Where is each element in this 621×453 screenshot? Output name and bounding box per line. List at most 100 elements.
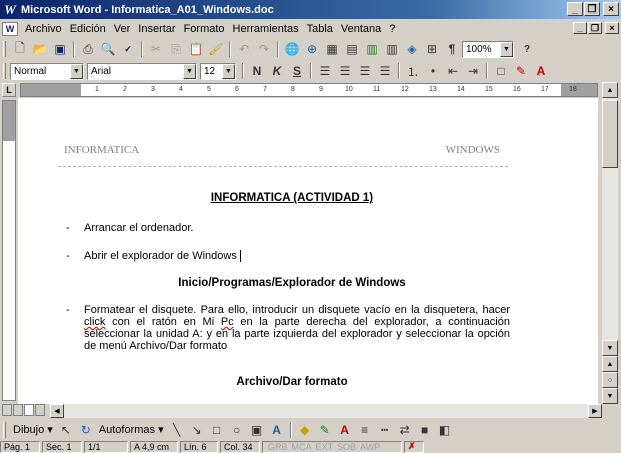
rectangle-icon[interactable]: □: [207, 421, 227, 439]
menu-herramientas[interactable]: Herramientas: [229, 23, 303, 35]
align-right-icon[interactable]: ☰: [355, 62, 375, 80]
scroll-up-icon[interactable]: ▲: [602, 82, 618, 98]
dibujo-menu[interactable]: Dibujo ▾: [10, 423, 56, 436]
select-objects-icon[interactable]: ↖: [56, 421, 76, 439]
save-icon[interactable]: ▣: [50, 40, 70, 58]
next-page-icon[interactable]: ▼: [602, 388, 618, 404]
align-left-icon[interactable]: ☰: [315, 62, 335, 80]
spelling-status-icon[interactable]: ✗: [404, 440, 424, 453]
format-painter-icon[interactable]: 🖌: [206, 40, 226, 58]
hyperlink-icon[interactable]: 🌐: [282, 40, 302, 58]
toolbar-grip[interactable]: [3, 63, 6, 79]
cut-icon[interactable]: ✂: [146, 40, 166, 58]
doc-restore-button[interactable]: ❐: [588, 22, 602, 34]
mode-mca[interactable]: MCA: [290, 442, 314, 452]
previous-page-icon[interactable]: ▲: [602, 356, 618, 372]
line-icon[interactable]: ╲: [167, 421, 187, 439]
oval-icon[interactable]: ○: [227, 421, 247, 439]
web-toolbar-icon[interactable]: ⊕: [302, 40, 322, 58]
insert-table-icon[interactable]: ▤: [342, 40, 362, 58]
open-folder-icon[interactable]: 📂: [30, 40, 50, 58]
fill-color-icon[interactable]: ◆: [295, 421, 315, 439]
font-size-select[interactable]: 12 ▼: [200, 62, 236, 80]
vertical-scrollbar[interactable]: ▲ ▼ ▲ ○ ▼: [602, 82, 618, 404]
document-map-icon[interactable]: ⊞: [422, 40, 442, 58]
vertical-ruler[interactable]: [2, 100, 16, 401]
line-color-icon[interactable]: ✎: [315, 421, 335, 439]
font-color-icon[interactable]: A: [531, 62, 551, 80]
align-center-icon[interactable]: ☰: [335, 62, 355, 80]
scroll-thumb[interactable]: [602, 100, 618, 168]
scroll-left-icon[interactable]: ◀: [50, 404, 64, 418]
redo-icon[interactable]: ↷: [254, 40, 274, 58]
horizontal-scrollbar[interactable]: ◀ ▶: [50, 404, 602, 418]
web-layout-icon[interactable]: [13, 404, 23, 416]
font-select[interactable]: Arial ▼: [87, 62, 197, 80]
menu-ventana[interactable]: Ventana: [337, 23, 385, 35]
page[interactable]: INFORMATICA WINDOWS INFORMATICA (ACTIVID…: [18, 98, 598, 404]
browse-object-icon[interactable]: ○: [602, 372, 618, 388]
mode-grb[interactable]: GRB: [266, 442, 290, 452]
menu-archivo[interactable]: Archivo: [21, 23, 66, 35]
spelling-icon[interactable]: ✓: [118, 40, 138, 58]
paste-icon[interactable]: 📋: [186, 40, 206, 58]
scroll-down-icon[interactable]: ▼: [602, 340, 618, 356]
drawing-icon[interactable]: ◈: [402, 40, 422, 58]
font-color-draw-icon[interactable]: A: [335, 421, 355, 439]
wordart-icon[interactable]: A: [267, 421, 287, 439]
outline-view-icon[interactable]: [35, 404, 45, 416]
toolbar-grip[interactable]: [3, 41, 6, 57]
new-document-icon[interactable]: 🗋: [10, 40, 30, 58]
show-hide-icon[interactable]: ¶: [442, 40, 462, 58]
increase-indent-icon[interactable]: ⇥: [463, 62, 483, 80]
menu-insertar[interactable]: Insertar: [134, 23, 179, 35]
menu-edicion[interactable]: Edición: [66, 23, 110, 35]
mode-sob[interactable]: SOB: [335, 442, 358, 452]
underline-button[interactable]: S: [287, 62, 307, 80]
word-app-icon[interactable]: W: [3, 2, 17, 17]
chevron-down-icon[interactable]: ▼: [183, 63, 196, 79]
copy-icon[interactable]: ⎘: [166, 40, 186, 58]
doc-close-button[interactable]: ×: [605, 22, 619, 34]
toolbar-grip[interactable]: [3, 421, 6, 438]
zoom-select[interactable]: 100% ▼: [462, 40, 514, 58]
menu-tabla[interactable]: Tabla: [303, 23, 337, 35]
undo-icon[interactable]: ↶: [234, 40, 254, 58]
arrow-style-icon[interactable]: ⇄: [395, 421, 415, 439]
print-icon[interactable]: ⎙: [78, 40, 98, 58]
minimize-button[interactable]: _: [567, 2, 583, 16]
highlight-icon[interactable]: ✎: [511, 62, 531, 80]
borders-icon[interactable]: □: [491, 62, 511, 80]
menu-ver[interactable]: Ver: [110, 23, 135, 35]
print-preview-icon[interactable]: 🔍: [98, 40, 118, 58]
mode-awp[interactable]: AWP: [358, 442, 382, 452]
close-button[interactable]: ×: [603, 2, 619, 16]
justify-icon[interactable]: ☰: [375, 62, 395, 80]
insert-excel-icon[interactable]: ▥: [362, 40, 382, 58]
line-style-icon[interactable]: ≡: [355, 421, 375, 439]
doc-minimize-button[interactable]: _: [573, 22, 587, 34]
free-rotate-icon[interactable]: ↻: [76, 421, 96, 439]
normal-view-icon[interactable]: [2, 404, 12, 416]
numbering-icon[interactable]: ⒈: [403, 62, 423, 80]
bullets-icon[interactable]: •: [423, 62, 443, 80]
bold-button[interactable]: N: [247, 62, 267, 80]
dash-style-icon[interactable]: ┅: [375, 421, 395, 439]
horizontal-ruler[interactable]: 1 2 3 4 5 6 7 8 9 10 11 12 13 14 15 16 1…: [20, 83, 598, 97]
scroll-right-icon[interactable]: ▶: [588, 404, 602, 418]
chevron-down-icon[interactable]: ▼: [70, 63, 83, 79]
decrease-indent-icon[interactable]: ⇤: [443, 62, 463, 80]
columns-icon[interactable]: ▥: [382, 40, 402, 58]
menu-formato[interactable]: Formato: [180, 23, 229, 35]
help-icon[interactable]: ?: [517, 40, 537, 58]
document-icon[interactable]: W: [2, 21, 18, 36]
arrow-icon[interactable]: ↘: [187, 421, 207, 439]
italic-button[interactable]: K: [267, 62, 287, 80]
3d-icon[interactable]: ◧: [435, 421, 455, 439]
menu-help[interactable]: ?: [385, 23, 399, 35]
text-box-icon[interactable]: ▣: [247, 421, 267, 439]
document-area[interactable]: INFORMATICA WINDOWS INFORMATICA (ACTIVID…: [18, 98, 598, 404]
shadow-icon[interactable]: ■: [415, 421, 435, 439]
tab-selector[interactable]: L: [2, 83, 16, 97]
mode-ext[interactable]: EXT: [314, 442, 336, 452]
